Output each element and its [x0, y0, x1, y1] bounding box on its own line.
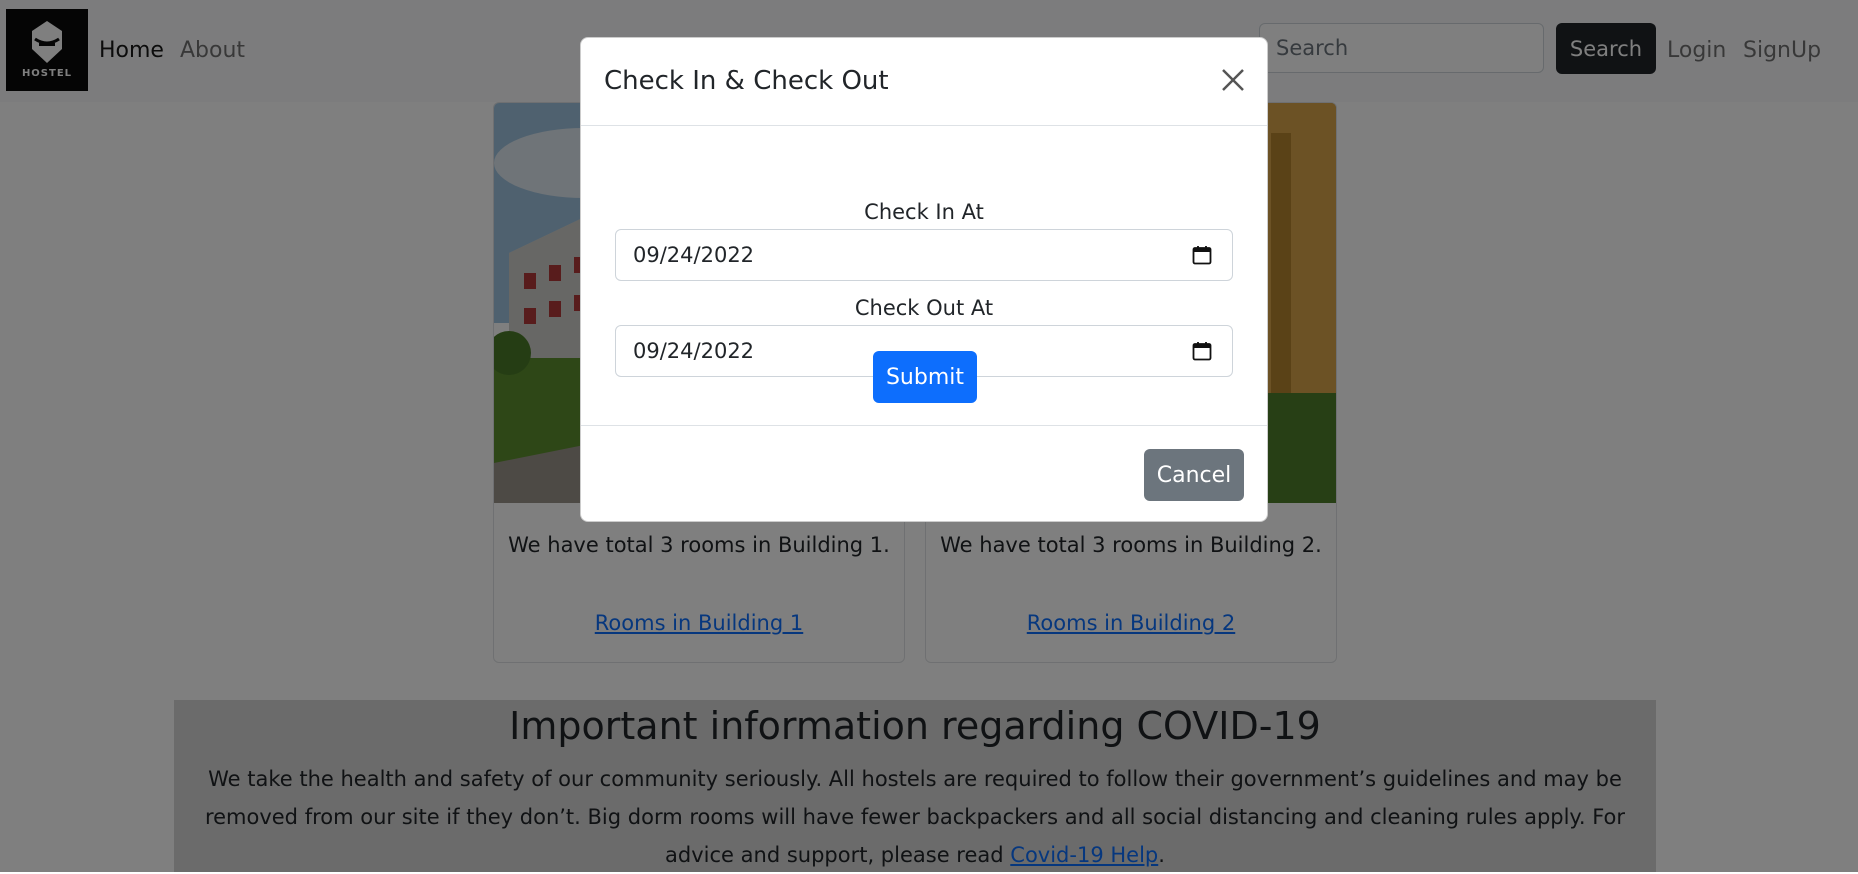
check-in-date-value: 09/24/2022	[633, 243, 755, 267]
calendar-icon[interactable]	[1192, 341, 1212, 361]
submit-button[interactable]: Submit	[873, 351, 977, 403]
close-icon[interactable]	[1218, 65, 1248, 95]
modal-header: Check In & Check Out	[581, 38, 1267, 126]
modal-title: Check In & Check Out	[604, 66, 889, 96]
check-out-label: Check Out At	[854, 296, 994, 320]
check-in-out-modal: Check In & Check Out Check In At 09/24/2…	[580, 37, 1268, 522]
check-out-date-value: 09/24/2022	[633, 339, 755, 363]
modal-footer: Cancel	[581, 425, 1267, 522]
check-in-date-input[interactable]: 09/24/2022	[615, 229, 1233, 281]
modal-body: Check In At 09/24/2022 Check Out At 09/2…	[581, 126, 1267, 426]
calendar-icon[interactable]	[1192, 245, 1212, 265]
cancel-button[interactable]: Cancel	[1144, 449, 1244, 501]
check-in-label: Check In At	[864, 200, 984, 224]
